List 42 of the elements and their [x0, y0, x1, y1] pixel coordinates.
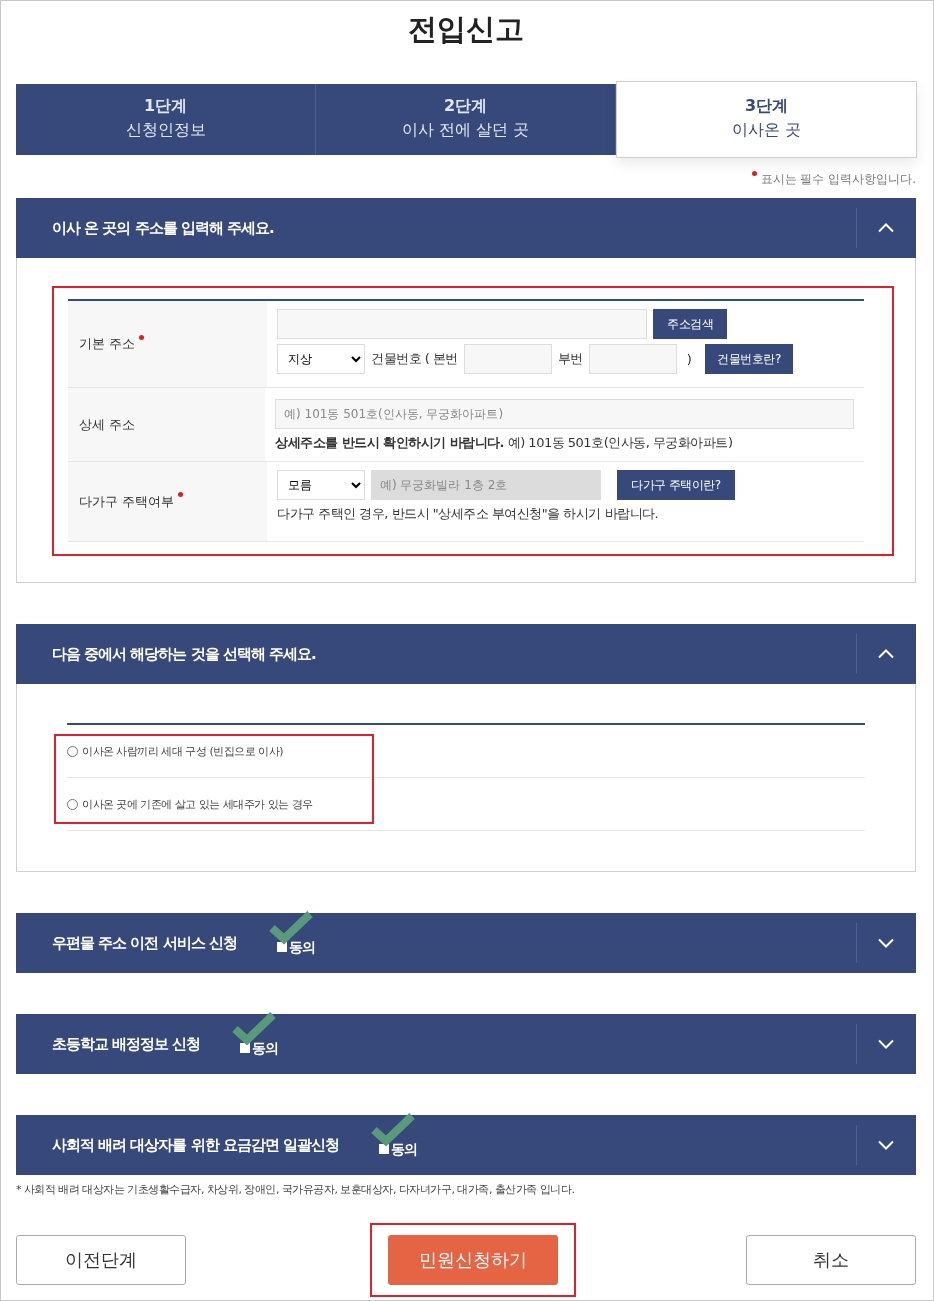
building-number-label: 건물번호 ( 본번 — [371, 350, 458, 368]
chevron-icon[interactable] — [878, 1140, 894, 1150]
sub-number-label: 부번 — [557, 350, 583, 368]
multi-house-note: 다가구 주택인 경우, 반드시 "상세주소 부여신청"을 하시기 바랍니다. — [277, 505, 660, 523]
section-header[interactable]: 이사 온 곳의 주소를 입력해 주세요. — [16, 198, 916, 258]
sub-number-input[interactable] — [588, 344, 677, 374]
field-label: 상세 주소 — [68, 388, 265, 461]
section-header[interactable]: 우편물 주소 이전 서비스 신청 동의 — [16, 913, 916, 973]
detail-note: 상세주소를 반드시 확인하시기 바랍니다. 예) 101동 501호(인사동, 무궁화아파트) — [275, 434, 734, 452]
page-title: 전입신고 — [407, 11, 525, 48]
section-title: 이사 온 곳의 주소를 입력해 주세요. — [52, 218, 274, 238]
main-number-input[interactable] — [463, 344, 552, 374]
chevron-icon[interactable] — [878, 938, 894, 948]
required-note: 표시는 필수 입력사항입니다. — [751, 171, 916, 188]
radio-option[interactable]: 이사온 사람끼리 세대 구성 (빈집으로 이사) — [67, 725, 865, 778]
step-tab[interactable]: 3단계 이사온 곳 — [616, 81, 917, 158]
section-title: 사회적 배려 대상자를 위한 요금감면 일괄신청 — [52, 1135, 340, 1155]
agree-checkbox[interactable]: 동의 — [379, 1140, 418, 1158]
previous-step-button[interactable]: 이전단계 — [16, 1235, 186, 1285]
field-label: 다가구 주택여부 — [68, 462, 267, 541]
paren-text: ) — [686, 351, 692, 367]
address-search-button[interactable]: 주소검색 — [653, 309, 727, 339]
section-header[interactable]: 다음 중에서 해당하는 것을 선택해 주세요. — [16, 624, 916, 684]
agree-checkbox[interactable]: 동의 — [276, 938, 315, 956]
section-title: 우편물 주소 이전 서비스 신청 — [52, 933, 237, 953]
section-header[interactable]: 사회적 배려 대상자를 위한 요금감면 일괄신청 동의 — [16, 1115, 916, 1175]
detail-address-input[interactable]: 예) 101동 501호(인사동, 무궁화아파트) — [275, 399, 854, 429]
chevron-icon[interactable] — [878, 649, 894, 659]
section-header[interactable]: 초등학교 배정정보 신청 동의 — [16, 1014, 916, 1074]
cancel-button[interactable]: 취소 — [746, 1235, 916, 1285]
building-help-button[interactable]: 건물번호란? — [705, 344, 793, 374]
field-label: 기본 주소 — [68, 301, 267, 387]
agree-checkbox[interactable]: 동의 — [240, 1039, 279, 1057]
chevron-icon[interactable] — [878, 1039, 894, 1049]
chevron-icon[interactable] — [878, 223, 894, 233]
radio-option[interactable]: 이사온 곳에 기존에 살고 있는 세대주가 있는 경우 — [67, 778, 865, 831]
floor-select[interactable]: 지상 — [277, 344, 365, 374]
step-tab[interactable]: 1단계 신청인정보 — [16, 84, 316, 155]
section-title: 다음 중에서 해당하는 것을 선택해 주세요. — [52, 644, 316, 664]
section-title: 초등학교 배정정보 신청 — [52, 1034, 201, 1054]
footnote: * 사회적 배려 대상자는 기초생활수급자, 차상위, 장애인, 국가유공자, 보훈대상자, 다자녀가구, 대가족, 출산가족 입니다. — [16, 1182, 576, 1197]
address-input[interactable] — [277, 309, 647, 339]
